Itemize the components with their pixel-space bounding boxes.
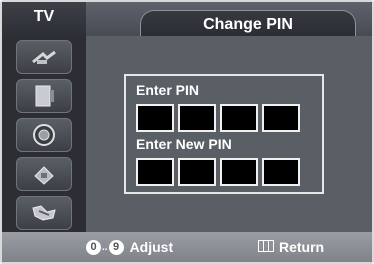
pin-digit-box[interactable] (178, 104, 216, 132)
page-title: Change PIN (140, 10, 356, 37)
footer-bar: 0 .. 9 Adjust Return (2, 232, 372, 262)
sidebar-item-picture[interactable] (16, 79, 72, 113)
antenna-icon (29, 46, 59, 68)
sidebar-item-channel[interactable] (16, 40, 72, 74)
sound-icon (31, 122, 57, 148)
source-tab[interactable]: TV (2, 2, 86, 36)
pin-digit-box[interactable] (220, 104, 258, 132)
sidebar-item-function[interactable] (16, 157, 72, 191)
new-pin-digit-box[interactable] (178, 158, 216, 186)
adjust-hint: 0 .. 9 Adjust (86, 232, 173, 262)
new-pin-entry-row (136, 158, 300, 186)
new-pin-digit-box[interactable] (220, 158, 258, 186)
return-label: Return (279, 239, 325, 255)
adjust-label: Adjust (129, 239, 174, 255)
menu-icon (258, 239, 274, 255)
pin-digit-box[interactable] (136, 104, 174, 132)
enter-new-pin-label: Enter New PIN (136, 136, 232, 152)
change-pin-dialog: Enter PIN Enter New PIN (124, 74, 324, 194)
main-panel: Enter PIN Enter New PIN (86, 36, 372, 232)
enter-pin-label: Enter PIN (136, 82, 200, 98)
chip-icon (31, 162, 57, 186)
sidebar (2, 36, 86, 232)
sidebar-item-sound[interactable] (16, 118, 72, 152)
new-pin-digit-box[interactable] (136, 158, 174, 186)
pin-entry-row (136, 104, 300, 132)
return-hint[interactable]: Return (258, 232, 324, 262)
tv-osd-window: TV Change PIN Enter PIN Enter New PIN 0 … (0, 0, 374, 264)
sidebar-item-setup[interactable] (16, 196, 72, 230)
header-bar: TV Change PIN (2, 2, 372, 37)
pin-digit-box[interactable] (262, 104, 300, 132)
new-pin-digit-box[interactable] (262, 158, 300, 186)
number-keys-icon: 0 .. 9 (86, 239, 124, 255)
picture-icon (31, 84, 57, 108)
setup-icon (29, 202, 59, 224)
